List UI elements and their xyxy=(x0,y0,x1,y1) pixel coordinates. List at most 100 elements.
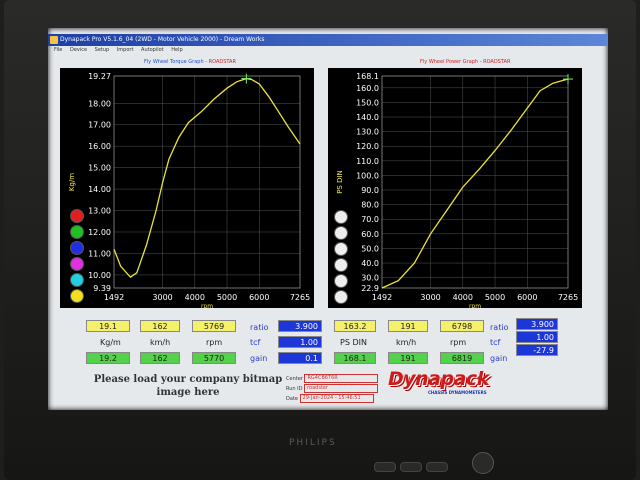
dot-yellow[interactable] xyxy=(70,289,84,303)
unit-rpm-right: rpm xyxy=(450,338,467,347)
info-date-value: 29-Jan-2024 - 15:46:51 xyxy=(299,394,374,403)
power-xtick-label: 1492 xyxy=(372,293,392,302)
power-ytick-label: 80.0 xyxy=(361,201,379,210)
power-ylabel: PS DIN xyxy=(336,170,344,194)
torque-ytick-label: 15.00 xyxy=(88,164,111,173)
torque-plot[interactable]: 19.27 18.00 17.00 16.00 15.00 14.00 13.00 12.00… xyxy=(60,68,314,308)
power-ytick-label: 140.0 xyxy=(356,113,379,122)
menu-import[interactable]: Import xyxy=(117,47,134,53)
dot-white-6[interactable] xyxy=(334,290,348,304)
power-ytick-label: 110.0 xyxy=(356,157,379,166)
gain-value-left[interactable]: 0.1 xyxy=(278,352,322,364)
menu-help[interactable]: Help xyxy=(171,47,182,53)
info-center-value: RG4CB6T6R xyxy=(304,374,379,383)
tcf-label-right: tcf xyxy=(490,338,501,347)
power-plot[interactable]: 168.1 160.0 150.0 140.0 130.0 120.0 110.0 100.0… xyxy=(328,68,582,308)
menu-setup[interactable]: Setup xyxy=(95,47,110,53)
dot-magenta[interactable] xyxy=(70,257,84,271)
torque-current: 19.1 xyxy=(86,320,130,332)
info-runid: Run ID roadster xyxy=(286,384,379,393)
tcf-value-left[interactable]: 1.00 xyxy=(278,336,322,348)
power-xtick-label: 3000 xyxy=(420,293,440,302)
torque-ytick-label: 14.00 xyxy=(88,185,111,194)
dot-green[interactable] xyxy=(70,225,84,239)
monitor-button-3[interactable] xyxy=(426,462,448,472)
dot-cyan[interactable] xyxy=(70,273,84,287)
power-button-icon[interactable] xyxy=(472,452,494,474)
torque-xtick-label: 5000 xyxy=(217,293,237,302)
torque-title-text: Fly Wheel Torque Graph xyxy=(144,59,204,65)
torque-ytick-label: 18.00 xyxy=(88,99,111,108)
gain-label-right: gain xyxy=(490,354,508,363)
app-icon xyxy=(50,36,58,44)
window-titlebar[interactable]: Dynapack Pro V5.1.6_04 (2WD - Motor Vehi… xyxy=(48,34,608,46)
logo-word: Dynapack xyxy=(388,368,489,390)
torque-max: 19.2 xyxy=(86,352,130,364)
menu-autopilot[interactable]: Autopilot xyxy=(141,47,164,53)
power-ytick-label: 40.0 xyxy=(361,259,379,268)
info-center-label: Center xyxy=(286,376,303,382)
info-date-label: Date xyxy=(286,396,298,402)
dot-red[interactable] xyxy=(70,209,84,223)
unit-rpm-left: rpm xyxy=(206,338,223,347)
torque-ytick-label: 11.00 xyxy=(88,249,111,258)
ratio-label-left: ratio xyxy=(250,323,269,332)
torque-xtick-label: 1492 xyxy=(104,293,124,302)
torque-ytick-label: 12.00 xyxy=(88,228,111,237)
company-bitmap-placeholder: Please load your company bitmap image he… xyxy=(93,374,283,398)
rpm-current-right: 6798 xyxy=(440,320,484,332)
power-ytick-label: 160.0 xyxy=(356,84,379,93)
torque-xtick-label: 3000 xyxy=(152,293,172,302)
torque-xtick-label: 6000 xyxy=(249,293,269,302)
torque-ytick-label: 13.00 xyxy=(88,207,111,216)
power-ytick-label: 130.0 xyxy=(356,128,379,137)
power-xtick-label: 4000 xyxy=(453,293,473,302)
speed-max-right: 191 xyxy=(388,352,428,364)
power-ytick-label: 70.0 xyxy=(361,215,379,224)
dot-white-4[interactable] xyxy=(334,258,348,272)
tcf-value-right[interactable]: 1.00 xyxy=(516,331,558,343)
power-ytick-label: 120.0 xyxy=(356,142,379,151)
menu-bar: File Device Setup Import Autopilot Help xyxy=(48,46,608,55)
dot-white-2[interactable] xyxy=(334,226,348,240)
torque-graph-title: Fly Wheel Torque Graph - ROADSTAR xyxy=(144,59,236,65)
power-ytick-label: 168.1 xyxy=(356,72,379,81)
power-current: 163.2 xyxy=(334,320,376,332)
power-xtick-label: 6000 xyxy=(517,293,537,302)
ratio-label-right: ratio xyxy=(490,323,509,332)
monitor-screen: Dynapack Pro V5.1.6_04 (2WD - Motor Vehi… xyxy=(48,28,608,410)
torque-xtick-label: 4000 xyxy=(185,293,205,302)
power-xlabel: rpm xyxy=(469,303,481,308)
power-ytick-label: 90.0 xyxy=(361,186,379,195)
unit-kmh-right: km/h xyxy=(396,338,417,347)
torque-series-line xyxy=(113,77,301,278)
monitor-brand: PHILIPS xyxy=(289,438,337,448)
torque-ytick-label: 19.27 xyxy=(88,72,111,81)
gain-value-right[interactable]: -27.9 xyxy=(516,344,558,356)
menu-device[interactable]: Device xyxy=(70,47,87,53)
power-ytick-label: 30.0 xyxy=(361,274,379,283)
dot-white-5[interactable] xyxy=(334,274,348,288)
gain-label-left: gain xyxy=(250,354,268,363)
dot-white-1[interactable] xyxy=(334,210,348,224)
power-title-text: Fly Wheel Power Graph xyxy=(420,59,479,65)
menu-file[interactable]: File xyxy=(54,47,62,53)
ratio-value-left[interactable]: 3.900 xyxy=(278,320,322,332)
monitor-button-1[interactable] xyxy=(374,462,396,472)
info-date: Date 29-Jan-2024 - 15:46:51 xyxy=(286,394,374,403)
power-chart-svg: 168.1 160.0 150.0 140.0 130.0 120.0 110.0 100.0… xyxy=(336,72,578,308)
dot-blue[interactable] xyxy=(70,241,84,255)
torque-xtick-label: 7265 xyxy=(290,293,310,302)
torque-xlabel: rpm xyxy=(201,303,213,308)
unit-kgm: Kg/m xyxy=(100,338,121,347)
rpm-max-left: 5770 xyxy=(192,352,236,364)
window-title: Dynapack Pro V5.1.6_04 (2WD - Motor Vehi… xyxy=(60,36,265,43)
torque-ytick-label: 9.39 xyxy=(93,284,111,293)
dynapack-logo: Dynapack CHASSIS DYNAMOMETERS xyxy=(388,368,548,398)
tcf-label-left: tcf xyxy=(250,338,261,347)
dot-white-3[interactable] xyxy=(334,242,348,256)
monitor-button-2[interactable] xyxy=(400,462,422,472)
power-xtick-label: 5000 xyxy=(485,293,505,302)
ratio-value-right[interactable]: 3.900 xyxy=(516,318,558,330)
power-graph-title: Fly Wheel Power Graph - ROADSTAR xyxy=(420,59,511,65)
